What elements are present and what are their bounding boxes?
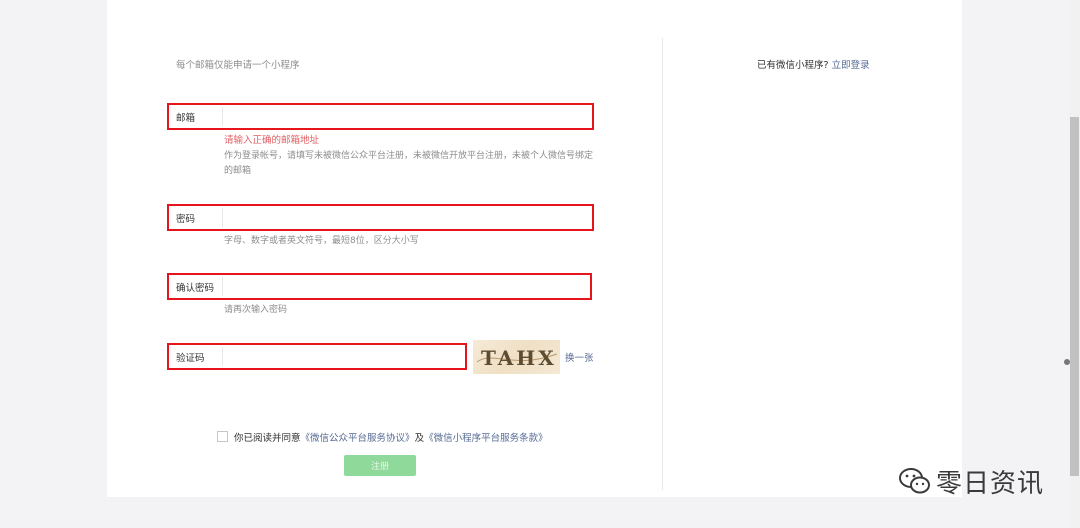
column-divider xyxy=(662,38,663,490)
email-input[interactable] xyxy=(222,105,590,128)
captcha-label: 验证码 xyxy=(176,352,205,364)
login-link[interactable]: 立即登录 xyxy=(832,60,870,71)
watermark: 零日资讯 xyxy=(898,463,1044,499)
scrollbar-thumb[interactable] xyxy=(1070,117,1079,476)
agreement-and: 及 xyxy=(414,433,425,444)
password-label: 密码 xyxy=(176,213,196,225)
password-field-box: 密码 xyxy=(167,204,594,231)
confirm-password-label: 确认密码 xyxy=(176,282,215,294)
scroll-handle-dot xyxy=(1064,359,1070,365)
captcha-image[interactable]: TAHX xyxy=(473,340,560,374)
email-limit-note: 每个邮箱仅能申请一个小程序 xyxy=(176,60,300,71)
captcha-glyphs: TAHX xyxy=(476,346,558,370)
email-hint: 作为登录帐号，请填写未被微信公众平台注册，未被微信开放平台注册，未被个人微信号绑… xyxy=(224,151,594,176)
login-prompt-text: 已有微信小程序? xyxy=(757,60,829,71)
refresh-captcha-link[interactable]: 换一张 xyxy=(565,350,594,364)
login-prompt: 已有微信小程序? 立即登录 xyxy=(757,57,870,71)
confirm-password-hint: 请再次输入密码 xyxy=(224,305,288,315)
email-field-box: 邮箱 xyxy=(167,103,594,130)
wechat-bubble-icon xyxy=(899,468,930,494)
service-agreement-link[interactable]: 《微信公众平台服务协议》 xyxy=(301,433,415,444)
captcha-field-box: 验证码 xyxy=(167,343,467,370)
watermark-text: 零日资讯 xyxy=(936,468,1045,499)
email-label: 邮箱 xyxy=(176,112,196,124)
agreement-prefix: 你已阅读并同意 xyxy=(234,433,301,444)
confirm-password-input[interactable] xyxy=(222,275,588,298)
confirm-password-field-box: 确认密码 xyxy=(167,273,592,300)
captcha-text: TAHX xyxy=(481,346,557,370)
password-hint: 字母、数字或者英文符号，最短8位，区分大小写 xyxy=(224,236,419,246)
agreement-row: 你已阅读并同意《微信公众平台服务协议》及《微信小程序平台服务条款》 xyxy=(217,430,548,444)
agreement-checkbox[interactable] xyxy=(217,431,228,442)
mini-program-terms-link[interactable]: 《微信小程序平台服务条款》 xyxy=(424,433,548,444)
captcha-input[interactable] xyxy=(222,345,463,368)
register-button[interactable]: 注册 xyxy=(344,455,416,476)
email-error: 请输入正确的邮箱地址 xyxy=(224,135,320,146)
password-input[interactable] xyxy=(222,206,590,229)
